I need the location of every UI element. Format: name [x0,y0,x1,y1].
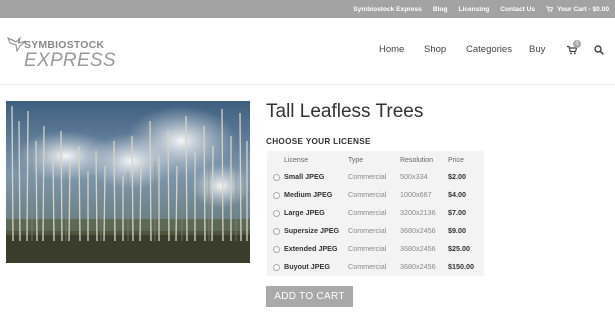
product-photo[interactable] [6,101,250,263]
license-row[interactable]: Medium JPEG Commercial 1000x667 $4.00 [267,186,484,204]
license-price: $2.00 [448,172,466,181]
add-to-cart-button[interactable]: ADD TO CART [266,286,353,307]
main-nav: Home Shop Categories Buy 0 [0,40,615,58]
license-radio[interactable] [273,246,280,253]
license-name: Small JPEG [284,172,325,181]
top-link-blog[interactable]: Blog [433,6,448,13]
license-name: Supersize JPEG [284,226,340,235]
license-resolution: 3200x2136 [400,208,436,217]
nav-shop[interactable]: Shop [424,44,446,55]
top-bar: Symbiostock Express Blog Licensing Conta… [0,0,615,18]
license-type: Commercial [348,172,387,181]
top-cart-label: Your Cart - $0.00 [557,5,609,13]
license-radio[interactable] [273,174,280,181]
nav-categories[interactable]: Categories [466,44,512,55]
license-resolution: 500x334 [400,172,428,181]
nav-buy[interactable]: Buy [529,44,545,55]
license-name: Buyout JPEG [284,262,330,271]
license-row[interactable]: Small JPEG Commercial 500x334 $2.00 [267,168,484,186]
license-type: Commercial [348,208,387,217]
license-type: Commercial [348,190,387,199]
license-radio[interactable] [273,264,280,271]
license-radio[interactable] [273,210,280,217]
license-type: Commercial [348,226,387,235]
top-link-contact[interactable]: Contact Us [500,6,535,13]
license-radio[interactable] [273,192,280,199]
license-name: Extended JPEG [284,244,338,253]
forest-photo-icon [6,101,250,263]
product-title: Tall Leafless Trees [266,101,424,122]
top-link-site[interactable]: Symbiostock Express [353,6,422,13]
column-header-license: License [284,157,309,164]
license-resolution: 3680x2456 [400,262,436,271]
top-links: Symbiostock Express Blog Licensing Conta… [342,0,609,18]
license-price: $9.00 [448,226,466,235]
nav-home[interactable]: Home [379,44,404,55]
site-header: SYMBIOSTOCK EXPRESS Home Shop Categories… [0,18,615,84]
column-header-price: Price [448,157,464,164]
license-resolution: 1000x667 [400,190,432,199]
license-resolution: 3680x2456 [400,244,436,253]
column-header-resolution: Resolution [400,157,434,164]
cart-icon [546,6,554,12]
license-row[interactable]: Extended JPEG Commercial 3680x2456 $25.0… [267,240,484,258]
license-price: $25.00 [448,244,470,253]
license-row[interactable]: Large JPEG Commercial 3200x2136 $7.00 [267,204,484,222]
search-icon[interactable] [594,45,604,55]
license-heading: CHOOSE YOUR LICENSE [266,137,371,146]
column-header-type: Type [348,157,364,164]
license-row[interactable]: Buyout JPEG Commercial 3680x2456 $150.00 [267,258,484,276]
license-resolution: 3680x2456 [400,226,436,235]
license-name: Medium JPEG [284,190,333,199]
top-cart-link[interactable]: Your Cart - $0.00 [546,6,609,13]
top-link-licensing[interactable]: Licensing [458,6,489,13]
cart-count-badge: 0 [573,40,581,48]
license-radio[interactable] [273,228,280,235]
license-price: $7.00 [448,208,466,217]
license-row[interactable]: Supersize JPEG Commercial 3680x2456 $9.0… [267,222,484,240]
license-type: Commercial [348,244,387,253]
license-price: $150.00 [448,262,474,271]
license-name: Large JPEG [284,208,325,217]
license-table: License Type Resolution Price Small JPEG… [267,151,484,276]
license-price: $4.00 [448,190,466,199]
license-type: Commercial [348,262,387,271]
header-divider [0,84,615,85]
